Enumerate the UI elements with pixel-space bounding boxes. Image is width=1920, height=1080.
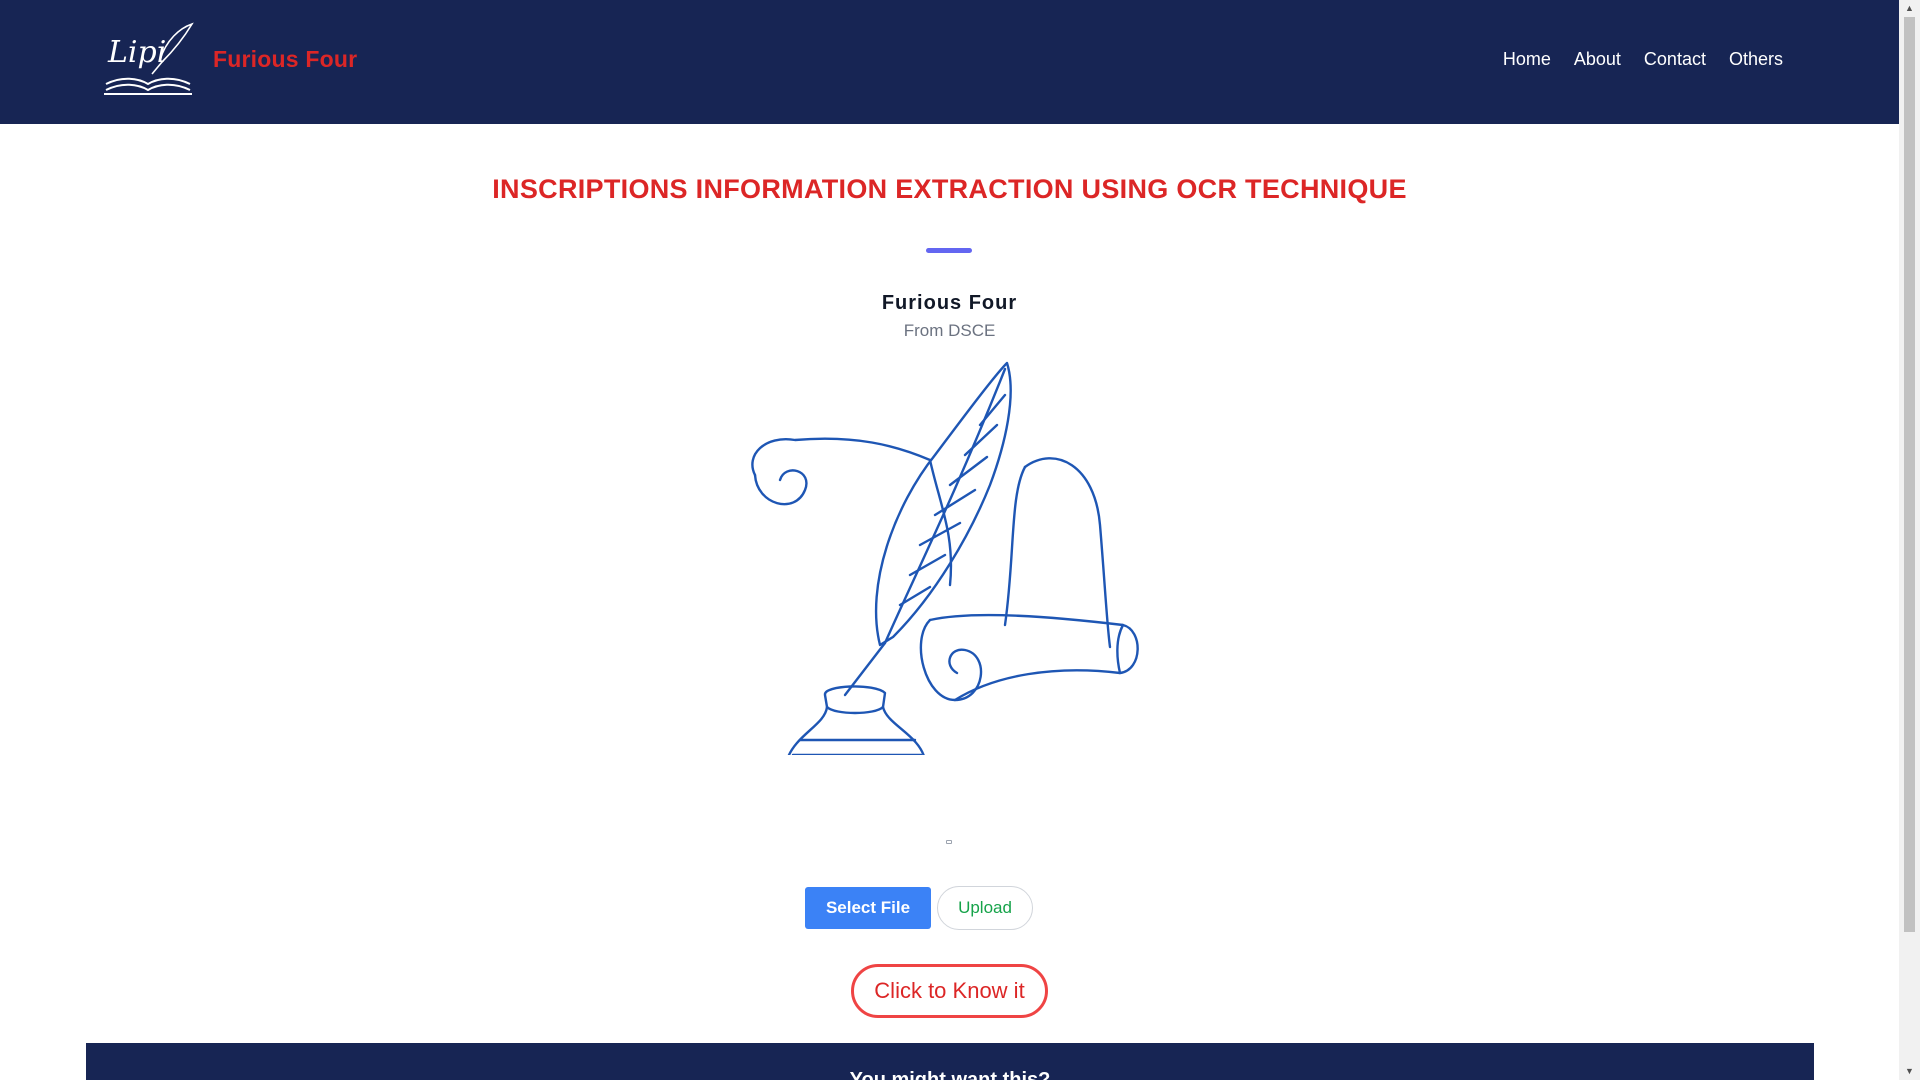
brand-name[interactable]: Furious Four	[213, 46, 357, 73]
logo-text: Lipi	[107, 35, 166, 70]
click-to-know-button[interactable]: Click to Know it	[851, 964, 1048, 1018]
navbar: Lipi Furious Four Home About Contact Oth…	[0, 0, 1899, 124]
broken-image-placeholder	[946, 840, 952, 844]
author-name: Furious Four	[881, 292, 1018, 314]
main-nav: Home About Contact Others	[1503, 49, 1783, 70]
upload-button[interactable]: Upload	[937, 886, 1033, 930]
scroll-up-arrow-icon[interactable]: ▲	[1899, 0, 1920, 17]
quill-inkwell-scroll-illustration	[751, 361, 1139, 755]
footer-section: You might want this?	[86, 1043, 1814, 1080]
nav-others[interactable]: Others	[1729, 49, 1783, 70]
lipi-logo[interactable]: Lipi	[100, 18, 196, 98]
scroll-down-arrow-icon[interactable]: ▼	[1899, 1063, 1920, 1080]
title-underline	[926, 248, 972, 253]
footer-heading: You might want this?	[849, 1069, 1051, 1080]
vertical-scrollbar[interactable]: ▲ ▼	[1899, 0, 1920, 1080]
scrollbar-thumb[interactable]	[1904, 17, 1915, 932]
nav-about[interactable]: About	[1574, 49, 1621, 70]
nav-home[interactable]: Home	[1503, 49, 1551, 70]
author-affiliation: From DSCE	[903, 321, 996, 340]
select-file-button[interactable]: Select File	[805, 887, 931, 929]
page-title: INSCRIPTIONS INFORMATION EXTRACTION USIN…	[492, 174, 1407, 204]
nav-contact[interactable]: Contact	[1644, 49, 1706, 70]
